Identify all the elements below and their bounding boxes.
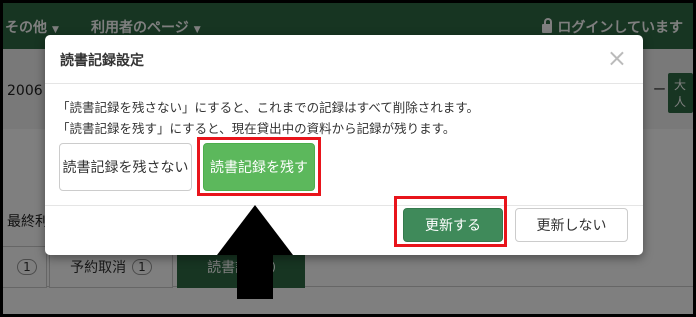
dialog-title: 読書記録設定 xyxy=(60,53,144,69)
reading-record-settings-dialog: 読書記録設定 × 「読書記録を残さない」にすると、これまでの記録はすべて削除され… xyxy=(45,35,643,255)
screenshot-frame: その他▼ 利用者のページ▼ ログインしています 2006 ード 大人 最終利 1… xyxy=(0,0,696,317)
footer-divider xyxy=(45,205,643,206)
arrow-up-icon xyxy=(217,205,293,255)
dialog-header: 読書記録設定 × xyxy=(45,35,643,84)
highlight-update xyxy=(394,196,507,247)
do-not-update-button[interactable]: 更新しない xyxy=(515,208,628,242)
arrow-shaft xyxy=(237,254,273,299)
highlight-keep-record xyxy=(197,137,321,196)
message-line-1: 「読書記録を残さない」にすると、これまでの記録はすべて削除されます。 xyxy=(57,100,480,115)
close-icon[interactable]: × xyxy=(607,44,627,72)
message-line-2: 「読書記録を残す」にすると、現在貸出中の資料から記録が残ります。 xyxy=(57,121,456,136)
do-not-keep-record-button[interactable]: 読書記録を残さない xyxy=(59,143,192,191)
